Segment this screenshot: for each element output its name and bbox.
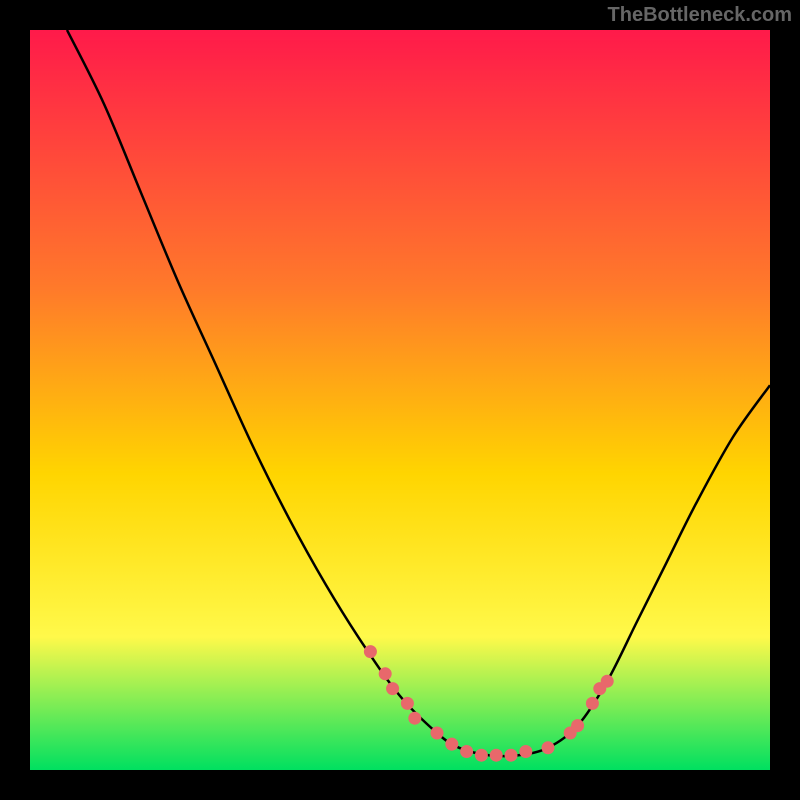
marker-point: [601, 675, 614, 688]
marker-point: [364, 645, 377, 658]
bottleneck-chart: [30, 30, 770, 770]
marker-point: [490, 749, 503, 762]
marker-point: [401, 697, 414, 710]
marker-point: [386, 682, 399, 695]
gradient-background: [30, 30, 770, 770]
marker-point: [431, 727, 444, 740]
marker-point: [519, 745, 532, 758]
marker-point: [408, 712, 421, 725]
marker-point: [445, 738, 458, 751]
marker-point: [571, 719, 584, 732]
marker-point: [379, 667, 392, 680]
marker-point: [505, 749, 518, 762]
marker-point: [542, 741, 555, 754]
marker-point: [475, 749, 488, 762]
marker-point: [460, 745, 473, 758]
watermark-text: TheBottleneck.com: [608, 4, 792, 27]
marker-point: [586, 697, 599, 710]
